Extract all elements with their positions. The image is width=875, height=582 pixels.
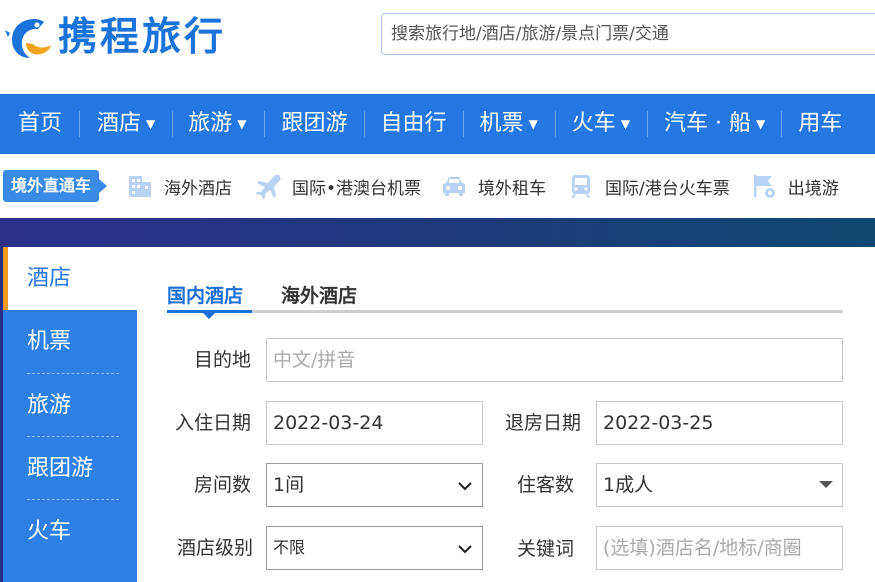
hotel-level-label: 酒店级别	[176, 537, 253, 559]
nav-divider	[363, 111, 365, 137]
checkout-label: 退房日期	[504, 412, 581, 434]
brand-name: 携程旅行	[58, 15, 227, 60]
nav-divider	[79, 111, 81, 137]
hotel-level-select[interactable]: 不限	[266, 526, 483, 570]
tab-domestic-hotel[interactable]: 国内酒店	[167, 281, 243, 308]
overseas-subnav: 境外直通车 海外酒店 国际•港澳台机票 境外租车 国际/港台火车票 出境游	[0, 154, 875, 218]
search-input[interactable]	[381, 13, 875, 55]
nav-item-bus-ship[interactable]: 汽车 · 船 ▼	[664, 94, 765, 154]
rooms-select[interactable]: 1间	[266, 463, 483, 507]
tab-pointer-icon	[203, 313, 215, 319]
caret-down-icon: ▼	[528, 117, 538, 131]
nav-item-flights[interactable]: 机票 ▼	[480, 94, 538, 154]
main-nav: 首页 酒店 ▼ 旅游 ▼ 跟团游 自由行 机票 ▼ 火车 ▼ 汽车 · 船 ▼ 用车	[0, 94, 875, 154]
subnav-item-overseas-hotel[interactable]: 海外酒店	[126, 172, 232, 200]
nav-item-train[interactable]: 火车 ▼	[572, 94, 630, 154]
side-item-hotel[interactable]: 酒店	[3, 247, 137, 310]
nav-divider	[781, 111, 783, 137]
caret-down-icon	[819, 481, 833, 488]
flag-icon	[753, 175, 775, 198]
nav-item-hotel[interactable]: 酒店 ▼	[97, 94, 155, 154]
keyword-label: 关键词	[516, 538, 574, 560]
side-item-train[interactable]: 火车	[3, 500, 137, 563]
side-item-travel[interactable]: 旅游	[3, 374, 137, 437]
nav-divider	[172, 111, 174, 137]
caret-down-icon: ▼	[756, 117, 766, 131]
dolphin-logo-icon	[5, 19, 51, 58]
product-side-menu: 酒店 机票 旅游 跟团游 火车	[3, 247, 137, 582]
nav-divider	[647, 111, 649, 137]
checkin-label: 入住日期	[174, 412, 251, 434]
checkout-date-field[interactable]: 2022-03-25	[596, 401, 843, 445]
tab-underline	[167, 310, 843, 313]
guests-label: 住客数	[516, 474, 574, 496]
nav-item-group-tour[interactable]: 跟团游	[282, 94, 348, 154]
subnav-item-intl-flights[interactable]: 国际•港澳台机票	[254, 172, 421, 200]
rooms-label: 房间数	[193, 474, 251, 496]
guests-select[interactable]: 1成人	[596, 463, 843, 507]
keyword-input[interactable]	[596, 526, 843, 570]
checkin-date-field[interactable]: 2022-03-24	[266, 401, 483, 445]
subnav-item-intl-train[interactable]: 国际/港台火车票	[567, 172, 730, 200]
car-icon	[443, 177, 466, 196]
subnav-item-overseas-car[interactable]: 境外租车	[440, 172, 546, 200]
destination-label: 目的地	[193, 349, 251, 371]
subnav-item-outbound-tour[interactable]: 出境游	[750, 172, 839, 200]
nav-item-car-rental[interactable]: 用车	[798, 94, 842, 154]
nav-divider	[554, 111, 556, 137]
caret-down-icon: ▼	[237, 117, 247, 131]
caret-down-icon: ▼	[146, 117, 156, 131]
side-item-group-tour[interactable]: 跟团游	[3, 437, 137, 500]
airplane-icon	[256, 175, 282, 199]
caret-down-icon: ▼	[620, 117, 631, 131]
building-icon	[129, 176, 152, 197]
nav-divider	[263, 111, 265, 137]
side-item-flights[interactable]: 机票	[3, 310, 137, 373]
nav-item-home[interactable]: 首页	[18, 94, 62, 154]
chevron-down-icon	[458, 482, 472, 491]
site-header: 携程旅行	[0, 0, 875, 94]
chevron-down-icon	[458, 545, 472, 554]
train-icon	[571, 175, 592, 198]
logo[interactable]: 携程旅行	[4, 8, 226, 68]
nav-divider	[462, 111, 464, 137]
destination-input[interactable]	[266, 338, 843, 382]
nav-item-free-travel[interactable]: 自由行	[381, 94, 447, 154]
tab-overseas-hotel[interactable]: 海外酒店	[281, 281, 357, 308]
overseas-express-tag: 境外直通车	[3, 170, 108, 202]
nav-item-travel[interactable]: 旅游 ▼	[188, 94, 246, 154]
